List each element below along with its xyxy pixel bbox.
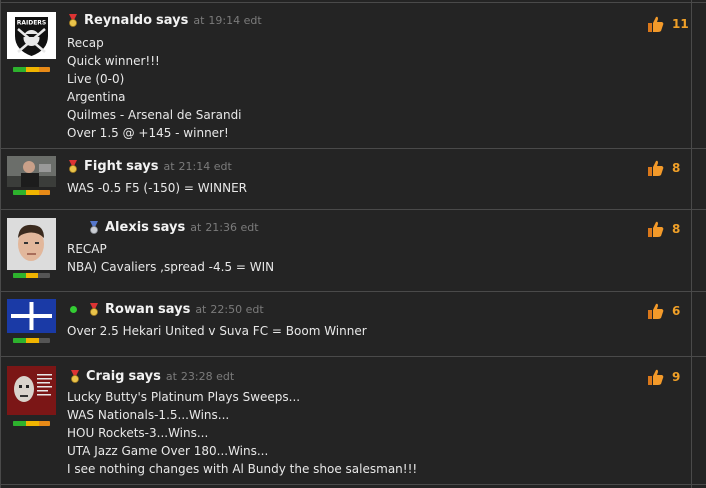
comment-header: Craig says at 23:28 edt [69, 369, 234, 384]
comment-rowan: Rowan says at 22:50 edt Over 2.5 Hekari … [0, 291, 706, 356]
comment-header: Rowan says at 22:50 edt [70, 302, 264, 317]
comment-alexis: Alexis says at 21:36 edt RECAP NBA) Cava… [0, 209, 706, 291]
medal-badge-icon [88, 221, 100, 234]
like-count: 8 [672, 161, 681, 175]
reputation-meter [13, 67, 50, 72]
comment-line: RECAP [67, 242, 107, 256]
comment-line: Lucky Butty's Platinum Plays Sweeps... [67, 390, 301, 404]
timestamp: 21:36 edt [205, 221, 259, 234]
thumbs-up-icon [648, 16, 664, 32]
thumbs-up-icon [648, 303, 664, 319]
comment-line: UTA Jazz Game Over 180...Wins... [67, 444, 269, 458]
comment-divider-bottom [0, 484, 706, 485]
timestamp: 22:50 edt [210, 303, 264, 316]
reputation-meter [13, 273, 50, 278]
comment-line: Over 2.5 Hekari United v Suva FC = Boom … [67, 324, 367, 338]
says-label: says [128, 369, 161, 384]
comment-line: Live (0-0) [67, 72, 125, 86]
like-count: 8 [672, 222, 681, 236]
avatar[interactable]: RAIDERS [7, 12, 56, 59]
at-label: at [163, 160, 175, 173]
at-label: at [193, 14, 205, 27]
reputation-meter [13, 190, 50, 195]
thumbs-up-icon [648, 221, 664, 237]
raiders-logo-text: RAIDERS [17, 20, 47, 27]
timestamp: 21:14 edt [178, 160, 232, 173]
like-count: 6 [672, 304, 681, 318]
comment-line: Quilmes - Arsenal de Sarandi [67, 108, 242, 122]
medal-badge-icon [67, 160, 79, 173]
like-count: 9 [672, 370, 681, 384]
at-label: at [195, 303, 207, 316]
avatar[interactable] [7, 299, 56, 333]
timestamp: 19:14 edt [208, 14, 262, 27]
medal-badge-icon [88, 303, 100, 316]
like-button[interactable]: 11 [646, 15, 689, 33]
author-name[interactable]: Alexis [105, 220, 149, 235]
avatar[interactable] [7, 156, 56, 187]
online-status-icon [70, 306, 77, 313]
reputation-meter [13, 338, 50, 343]
thumbs-up-icon [648, 369, 664, 385]
comment-header: Fight says at 21:14 edt [67, 159, 232, 174]
comment-line: I see nothing changes with Al Bundy the … [67, 462, 418, 476]
says-label: says [152, 220, 186, 235]
at-label: at [190, 221, 202, 234]
timestamp: 23:28 edt [180, 370, 235, 383]
like-count: 11 [672, 17, 689, 31]
at-label: at [165, 370, 177, 383]
like-button[interactable]: 8 [646, 220, 680, 238]
like-button[interactable]: 9 [646, 368, 680, 386]
medal-badge-icon [69, 370, 81, 383]
author-name[interactable]: Fight [84, 159, 122, 174]
medal-badge-icon [67, 14, 79, 27]
says-label: says [156, 13, 189, 28]
comment-line: Argentina [67, 90, 126, 104]
comment-header: Reynaldo says at 19:14 edt [67, 13, 262, 28]
avatar[interactable] [7, 366, 56, 415]
author-name[interactable]: Reynaldo [84, 13, 152, 28]
like-button[interactable]: 8 [646, 159, 680, 177]
thumbs-up-icon [648, 160, 664, 176]
says-label: says [157, 302, 191, 317]
comment-craig: Craig says at 23:28 edt Lucky Butty's Pl… [0, 356, 706, 485]
says-label: says [126, 159, 159, 174]
author-name[interactable]: Craig [86, 369, 125, 384]
comment-line: WAS Nationals-1.5...Wins... [67, 408, 230, 422]
comment-line: WAS -0.5 F5 (-150) = WINNER [67, 181, 247, 195]
comment-line: Recap [67, 36, 104, 50]
comment-body: Over 2.5 Hekari United v Suva FC = Boom … [67, 322, 367, 340]
author-name[interactable]: Rowan [105, 302, 154, 317]
reputation-meter [13, 421, 50, 426]
avatar[interactable] [7, 218, 56, 270]
comment-fight: Fight says at 21:14 edt WAS -0.5 F5 (-15… [0, 148, 706, 210]
comment-line: Quick winner!!! [67, 54, 160, 68]
comment-line: HOU Rockets-3...Wins... [67, 426, 209, 440]
comment-body: Recap Quick winner!!! Live (0-0) Argenti… [67, 34, 242, 142]
comment-body: Lucky Butty's Platinum Plays Sweeps... W… [67, 388, 417, 478]
comment-header: Alexis says at 21:36 edt [88, 220, 259, 235]
comment-line: Over 1.5 @ +145 - winner! [67, 126, 229, 140]
comment-body: WAS -0.5 F5 (-150) = WINNER [67, 179, 247, 197]
comment-body: RECAP NBA) Cavaliers ,spread -4.5 = WIN [67, 240, 274, 276]
like-button[interactable]: 6 [646, 302, 680, 320]
comment-line: NBA) Cavaliers ,spread -4.5 = WIN [67, 260, 275, 274]
comment-reynaldo: RAIDERS Reynaldo says at 19:14 edt Recap… [0, 2, 706, 148]
